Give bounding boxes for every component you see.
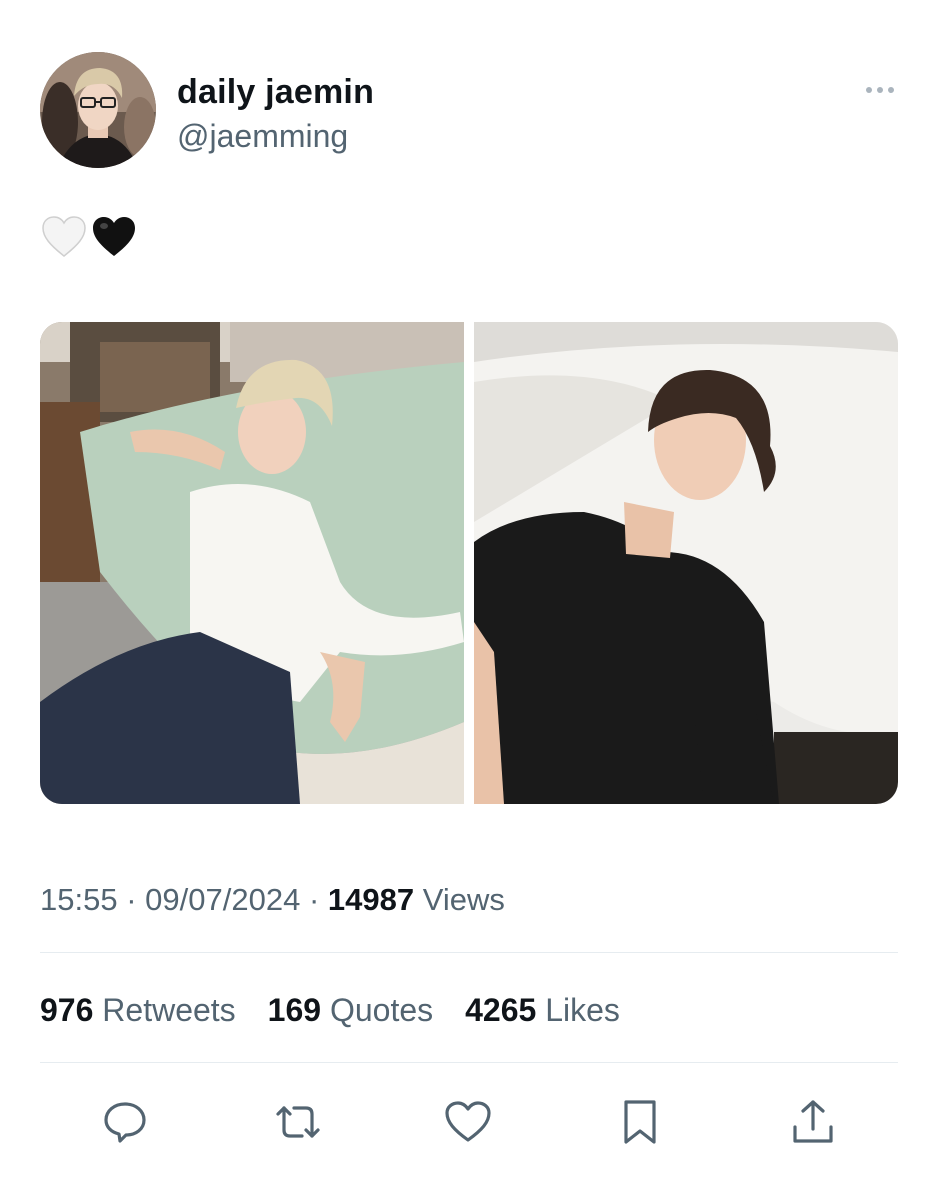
tweet-header: daily jaemin @jaemming: [40, 52, 900, 168]
quotes-stat[interactable]: 169 Quotes: [268, 988, 433, 1032]
retweets-stat[interactable]: 976 Retweets: [40, 988, 236, 1032]
display-name[interactable]: daily jaemin: [177, 72, 374, 112]
tweet-stats: 976 Retweets 169 Quotes 4265 Likes: [40, 988, 620, 1032]
meta-separator: ·: [308, 882, 320, 917]
tweet-meta: 15:55 · 09/07/2024 · 14987 Views: [40, 878, 505, 922]
quotes-label: Quotes: [329, 992, 434, 1028]
retweets-count: 976: [40, 992, 94, 1028]
like-icon[interactable]: [438, 1090, 498, 1154]
user-handle[interactable]: @jaemming: [177, 116, 374, 156]
black-heart-icon: [93, 217, 135, 256]
retweets-label: Retweets: [102, 992, 236, 1028]
media-grid: [40, 322, 898, 804]
reply-icon[interactable]: [95, 1090, 155, 1154]
share-icon[interactable]: [783, 1090, 843, 1154]
likes-label: Likes: [545, 992, 620, 1028]
divider: [40, 1062, 898, 1063]
quotes-count: 169: [267, 992, 322, 1028]
likes-stat[interactable]: 4265 Likes: [465, 988, 620, 1032]
white-heart-icon: [42, 216, 86, 257]
avatar[interactable]: [40, 52, 156, 168]
divider: [40, 952, 898, 953]
views-label: Views: [422, 882, 505, 917]
user-names: daily jaemin @jaemming: [177, 72, 374, 156]
tweet-date[interactable]: 09/07/2024: [145, 882, 300, 917]
views-count: 14987: [327, 882, 415, 917]
tweet-text: [40, 212, 138, 262]
likes-count: 4265: [465, 992, 537, 1028]
action-bar: [40, 1090, 898, 1154]
bookmark-icon[interactable]: [610, 1090, 670, 1154]
more-options-icon[interactable]: [860, 80, 900, 100]
meta-separator: ·: [126, 882, 137, 917]
photo-2[interactable]: [474, 322, 898, 804]
photo-1[interactable]: [40, 322, 464, 804]
retweet-icon[interactable]: [268, 1090, 328, 1154]
tweet-time[interactable]: 15:55: [40, 882, 118, 917]
